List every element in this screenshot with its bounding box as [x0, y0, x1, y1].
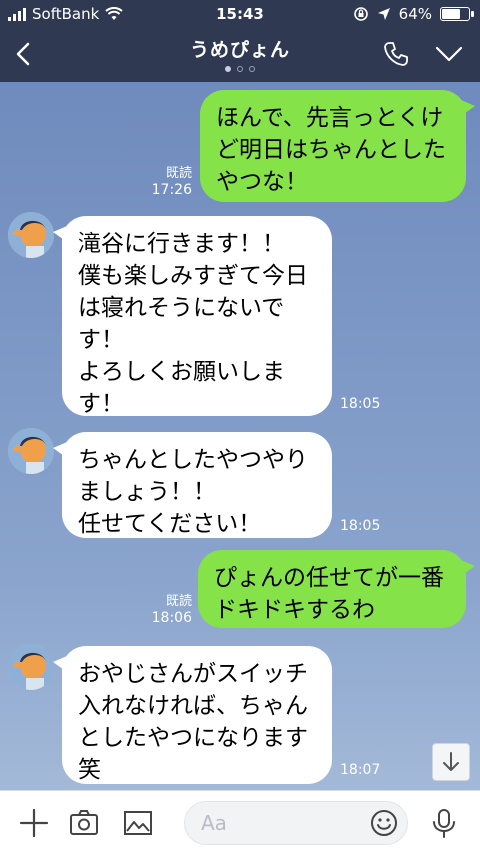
chevron-down-icon[interactable] [434, 42, 464, 66]
message-line: 笑 [78, 757, 101, 783]
phone-icon[interactable] [382, 40, 410, 68]
message-line: やつな！ [216, 169, 308, 195]
message-line: す！ [78, 327, 124, 353]
message-bubble[interactable]: 滝谷に行きます！！ 僕も楽しみすぎて今日 は寝れそうにないで す！ よろしくお願… [53, 216, 332, 417]
message-input[interactable]: Aa [184, 801, 408, 845]
scroll-to-bottom-button[interactable] [432, 743, 470, 781]
message-meta: 既読 17:26 [140, 166, 192, 198]
message-line: としたやつになります [78, 725, 308, 751]
message-line: ど明日はちゃんとした [216, 137, 446, 163]
plus-icon[interactable] [18, 807, 50, 839]
chat-header: うめぴょん [0, 28, 480, 82]
message-time: 18:05 [340, 396, 381, 412]
input-bar: Aa [0, 790, 480, 855]
message-bubble[interactable]: おやじさんがスイッチ 入れなければ、ちゃん としたやつになります 笑 [53, 646, 332, 784]
battery-percent: 64% [398, 5, 432, 23]
avatar-image [8, 644, 54, 690]
message-line: ちゃんとしたやつやり [78, 447, 308, 473]
message-line: ドキドキするわ [214, 597, 375, 623]
message-time: 18:07 [340, 762, 381, 778]
camera-icon[interactable] [68, 807, 100, 839]
message-line: ほんで、先言っとくけ [216, 105, 444, 131]
message-time: 17:26 [151, 182, 192, 198]
message-line: ぴょんの任せてが一番 [214, 565, 444, 591]
arrow-down-icon [443, 752, 459, 771]
page-dot [225, 66, 231, 72]
page-dot [249, 66, 255, 72]
message-line: 僕も楽しみすぎて今日 [78, 263, 308, 289]
rotation-lock-icon [353, 7, 368, 21]
avatar-image [8, 212, 54, 258]
message-time: 18:06 [151, 610, 192, 626]
message-line: ましょう！！ [78, 479, 216, 505]
message-time: 18:05 [340, 518, 381, 534]
message-line: 滝谷に行きます！！ [78, 231, 285, 257]
page-dot [237, 66, 243, 72]
read-receipt: 既読 [165, 594, 192, 609]
image-icon[interactable] [122, 807, 154, 839]
message-meta: 既読 18:06 [140, 594, 192, 626]
read-receipt: 既読 [165, 166, 192, 181]
message-line: は寝れそうにないで [78, 295, 285, 321]
avatar[interactable] [8, 212, 54, 258]
battery-icon [440, 7, 474, 21]
avatar[interactable] [8, 428, 54, 474]
message-line: よろしくお願いしま [78, 359, 285, 385]
location-icon [377, 8, 390, 20]
message-bubble[interactable]: ぴょんの任せてが一番 ドキドキするわ [198, 550, 475, 628]
message-bubble[interactable]: ほんで、先言っとくけ ど明日はちゃんとした やつな！ [200, 90, 475, 202]
message-line: す！ [78, 391, 124, 417]
emoji-icon[interactable] [369, 808, 399, 838]
message-bubble[interactable]: ちゃんとしたやつやり ましょう！！ 任せてください！ [53, 432, 332, 538]
avatar-image [8, 428, 54, 474]
message-line: おやじさんがスイッチ [78, 661, 308, 687]
status-bar: SoftBank 15:43 64% [0, 0, 480, 28]
message-input-placeholder: Aa [201, 811, 227, 835]
avatar[interactable] [8, 644, 54, 690]
message-line: 任せてください！ [78, 511, 262, 537]
microphone-icon[interactable] [428, 807, 460, 839]
message-line: 入れなければ、ちゃん [78, 693, 308, 719]
chat-area[interactable]: 既読 17:26 ほんで、先言っとくけ ど明日はちゃんとした やつな！ 滝谷に行… [0, 82, 480, 790]
